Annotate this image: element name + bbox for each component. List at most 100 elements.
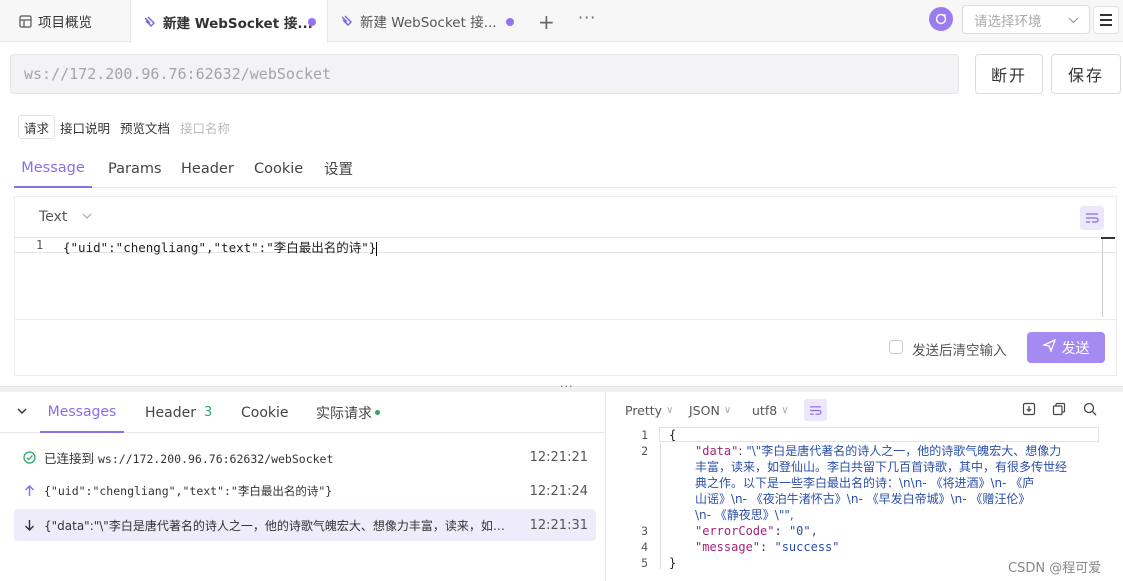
- tab-params[interactable]: Params: [108, 150, 162, 187]
- message-time: 12:21:31: [529, 517, 588, 533]
- tab-message[interactable]: Message: [14, 150, 92, 188]
- json-value: 丰富，读来，如登仙山。李白共留下几百首诗歌，其中，有很多传世经: [695, 460, 1068, 474]
- api-name-input[interactable]: 接口名称: [180, 118, 230, 137]
- connected-url: ws://172.200.96.76:62632/webSocket: [98, 451, 334, 466]
- add-tab-icon[interactable]: +: [538, 10, 555, 34]
- message-time: 12:21:24: [529, 483, 588, 499]
- message-editor: Text 1 {"uid":"chengliang","text":"李白最出名…: [14, 196, 1117, 376]
- json-value: 典之作。以下是一些李白最出名的诗：\n\n- 《将进酒》\n- 《庐: [695, 476, 1035, 490]
- search-icon[interactable]: [1083, 402, 1097, 420]
- collapse-icon[interactable]: [16, 405, 28, 421]
- tab-label: Header: [145, 404, 196, 421]
- tab-settings[interactable]: 设置: [324, 150, 353, 187]
- json-error-field: "errorCode": "0",: [695, 524, 818, 538]
- url-input[interactable]: ws://172.200.96.76:62632/webSocket: [10, 54, 959, 94]
- line-number: 1: [641, 428, 648, 442]
- code-editor[interactable]: {"uid":"chengliang","text":"李白最出名的诗"}: [63, 237, 378, 256]
- arrow-down-icon: [22, 519, 36, 531]
- json-key: "data": [695, 444, 739, 458]
- websocket-icon: [143, 15, 157, 29]
- copy-icon[interactable]: [1052, 402, 1066, 420]
- message-row-selected[interactable]: {"data":"\"李白是唐代著名的诗人之一，他的诗歌气魄宏大、想像力丰富，读…: [14, 509, 596, 541]
- tab-label: 项目概览: [38, 15, 92, 31]
- response-tabs: Messages Header 3 Cookie 实际请求: [0, 393, 605, 433]
- drag-handle-icon[interactable]: ···: [560, 380, 574, 393]
- connected-label: 已连接到: [44, 450, 95, 466]
- json-value: "success": [774, 540, 840, 554]
- tab-response-header[interactable]: Header 3: [145, 393, 212, 432]
- unsaved-dot: [308, 18, 316, 26]
- disconnect-button[interactable]: 断开: [975, 54, 1043, 94]
- message-row[interactable]: 已连接到 ws://172.200.96.76:62632/webSocket …: [14, 441, 596, 473]
- json-key: "message": [695, 540, 761, 554]
- encoding-select[interactable]: utf8 ∨: [752, 403, 789, 418]
- chevron-down-icon: [1068, 14, 1079, 30]
- chevron-down-icon: [82, 211, 92, 224]
- content-type-value: Text: [39, 209, 68, 225]
- json-close-brace: }: [669, 556, 677, 570]
- json-message-field: "message": "success": [695, 540, 840, 554]
- content-type-select[interactable]: Text: [39, 209, 92, 225]
- url-value: ws://172.200.96.76:62632/webSocket: [24, 65, 332, 83]
- environment-icon[interactable]: [929, 7, 953, 31]
- editor-scrollbar[interactable]: [1102, 237, 1103, 317]
- environment-placeholder: 请选择环境: [974, 13, 1042, 30]
- tab-label: 实际请求: [316, 405, 372, 422]
- wrap-lines-icon[interactable]: [1080, 206, 1104, 230]
- line-number: 1: [36, 238, 44, 252]
- clear-after-send-checkbox[interactable]: [889, 340, 903, 354]
- tab-websocket-active[interactable]: 新建 WebSocket 接...: [130, 0, 328, 43]
- line-number: 5: [641, 556, 648, 570]
- send-icon: [1041, 338, 1056, 356]
- subtab-preview[interactable]: 预览文档: [115, 115, 175, 139]
- menu-icon[interactable]: [1093, 6, 1119, 34]
- clear-after-send-label: 发送后清空输入: [912, 343, 1007, 359]
- download-icon[interactable]: [1022, 402, 1036, 420]
- json-value: \n- 《静夜思》\"",: [695, 508, 794, 522]
- tab-project-overview[interactable]: 项目概览: [18, 0, 92, 42]
- type-select[interactable]: JSON ∨: [689, 403, 731, 418]
- json-data-field: "data": "\"李白是唐代著名的诗人之一，他的诗歌气魄宏大、想像力 丰富，…: [695, 443, 1075, 523]
- tab-actual-request[interactable]: 实际请求: [316, 393, 380, 432]
- wrap-lines-icon[interactable]: [804, 399, 827, 421]
- subtab-api-doc[interactable]: 接口说明: [55, 115, 115, 139]
- save-button[interactable]: 保存: [1051, 54, 1121, 94]
- tab-header[interactable]: Header: [181, 150, 234, 187]
- watermark: CSDN @程可爱: [1008, 561, 1102, 576]
- line-number: 3: [641, 524, 648, 538]
- status-dot: [375, 410, 380, 415]
- message-text: {"data":"\"李白是唐代著名的诗人之一，他的诗歌气魄宏大、想像力丰富，读…: [44, 518, 514, 533]
- environment-select[interactable]: 请选择环境: [962, 5, 1090, 34]
- format-value: Pretty: [625, 403, 663, 418]
- panel-divider: [605, 393, 606, 581]
- chevron-down-icon: ∨: [781, 405, 789, 416]
- tab-cookie[interactable]: Cookie: [254, 150, 303, 187]
- layout-icon: [18, 14, 32, 28]
- more-icon[interactable]: ···: [578, 8, 596, 27]
- message-time: 12:21:21: [529, 449, 588, 465]
- active-line: [659, 427, 1099, 442]
- tab-label: 新建 WebSocket 接...: [360, 15, 497, 31]
- arrow-up-icon: [22, 485, 36, 497]
- json-value: "0",: [788, 524, 818, 538]
- unsaved-dot: [506, 18, 514, 26]
- request-tabs: Message Params Header Cookie 设置: [14, 150, 1117, 188]
- subtab-request[interactable]: 请求: [18, 115, 56, 139]
- indent-guide: [660, 443, 661, 569]
- request-subtabs: 请求 接口说明 预览文档 接口名称: [18, 115, 230, 139]
- send-button[interactable]: 发送: [1027, 332, 1105, 363]
- json-value: 山谣》\n- 《夜泊牛渚怀古》\n- 《早发白帝城》\n- 《赠汪伦》: [695, 492, 1031, 506]
- json-key: "errorCode": [695, 524, 775, 538]
- chevron-down-icon: ∨: [723, 405, 732, 416]
- line-number: 4: [641, 540, 648, 554]
- header-count: 3: [203, 405, 213, 420]
- tab-response-cookie[interactable]: Cookie: [241, 393, 289, 432]
- message-row[interactable]: {"uid":"chengliang","text":"李白最出名的诗"} 12…: [14, 475, 596, 507]
- code-content: {"uid":"chengliang","text":"李白最出名的诗"}: [63, 240, 377, 255]
- format-select[interactable]: Pretty ∨: [625, 403, 673, 418]
- tab-messages[interactable]: Messages: [40, 393, 124, 433]
- type-value: JSON: [689, 403, 720, 418]
- tab-websocket-2[interactable]: 新建 WebSocket 接...: [340, 0, 530, 42]
- tab-label: 新建 WebSocket 接...: [163, 15, 313, 32]
- json-open-brace: {: [669, 428, 677, 442]
